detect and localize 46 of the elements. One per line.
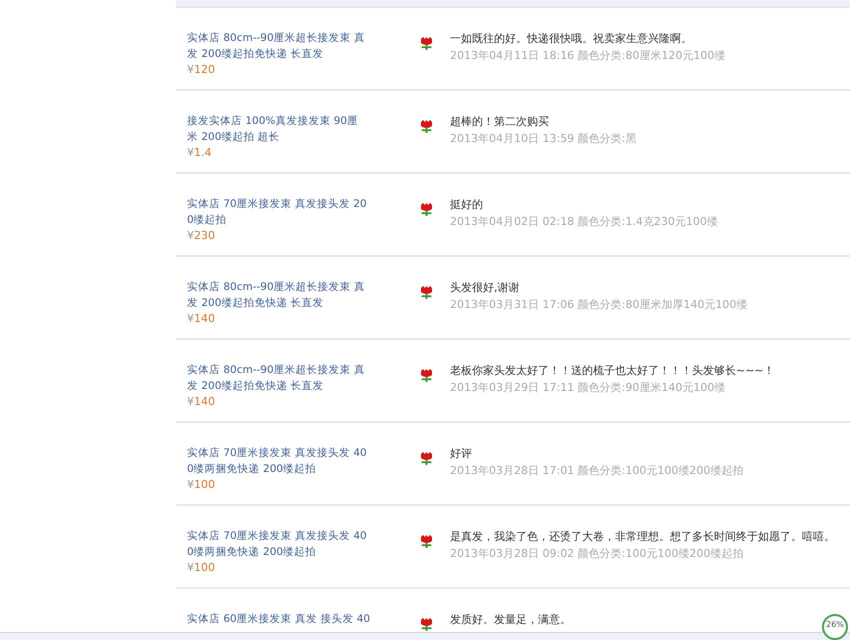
review-comment: 挺好的 <box>450 197 484 213</box>
review-comment: 发质好。发量足，满意。 <box>450 612 571 628</box>
product-link[interactable]: 实体店 70厘米接发束 真发接头发 400缕两捆免快递 200缕起拍 <box>187 445 369 477</box>
review-comment: 头发很好,谢谢 <box>450 280 520 296</box>
review-meta: 2013年03月31日 17:06 颜色分类:80厘米加厚140元100缕 <box>450 297 748 313</box>
product-price: 230 <box>194 229 215 242</box>
progress-badge: 26% <box>822 614 848 640</box>
currency-symbol: ¥ <box>187 63 194 76</box>
product-link[interactable]: 实体店 80cm--90厘米超长接发束 真发 200缕起拍免快递 长直发 <box>187 279 369 311</box>
product-link[interactable]: 实体店 80cm--90厘米超长接发束 真发 200缕起拍免快递 长直发 <box>187 30 369 62</box>
flower-icon <box>419 285 434 300</box>
product-price: 1.4 <box>194 146 212 159</box>
product-link[interactable]: 实体店 70厘米接发束 真发接头发 200缕起拍 <box>187 196 369 228</box>
review-meta: 2013年04月11日 18:16 颜色分类:80厘米120元100缕 <box>450 48 726 64</box>
product-price: 140 <box>194 395 215 408</box>
flower-icon <box>419 451 434 466</box>
flower-icon <box>419 368 434 383</box>
product-price: 120 <box>194 63 215 76</box>
review-comment: 好评 <box>450 446 473 462</box>
product-link[interactable]: 实体店 80cm--90厘米超长接发束 真发 200缕起拍免快递 长直发 <box>187 362 369 394</box>
review-comment: 一如既往的好。快递很快哦。祝卖家生意兴隆啊。 <box>450 31 693 47</box>
flower-icon <box>419 119 434 134</box>
currency-symbol: ¥ <box>187 395 194 408</box>
product-price: 100 <box>194 561 215 574</box>
flower-icon <box>419 617 434 632</box>
currency-symbol: ¥ <box>187 146 194 159</box>
product-price: 140 <box>194 312 215 325</box>
flower-icon <box>419 36 434 51</box>
product-link[interactable]: 接发实体店 100%真发接发束 90厘米 200缕起拍 超长 <box>187 113 369 145</box>
review-comment: 超棒的！第二次购买 <box>450 114 550 130</box>
review-meta: 2013年04月10日 13:59 颜色分类:黑 <box>450 131 636 147</box>
product-link[interactable]: 实体店 70厘米接发束 真发接头发 400缕两捆免快递 200缕起拍 <box>187 528 369 560</box>
review-meta: 2013年03月28日 17:01 颜色分类:100元100缕200缕起拍 <box>450 463 744 479</box>
review-meta: 2013年04月02日 02:18 颜色分类:1.4克230元100缕 <box>450 214 718 230</box>
currency-symbol: ¥ <box>187 561 194 574</box>
currency-symbol: ¥ <box>187 478 194 491</box>
product-price: 100 <box>194 478 215 491</box>
currency-symbol: ¥ <box>187 312 194 325</box>
review-meta: 2013年03月29日 17:11 颜色分类:90厘米140元100缕 <box>450 380 726 396</box>
flower-icon <box>419 202 434 217</box>
currency-symbol: ¥ <box>187 229 194 242</box>
review-comment: 是真发，我染了色，还烫了大卷，非常理想。想了多长时间终于如愿了。嘻嘻。 <box>450 529 835 545</box>
review-comment: 老板你家头发太好了！！送的梳子也太好了！！！头发够长~~~！ <box>450 363 775 379</box>
product-link[interactable]: 实体店 60厘米接发束 真发 接头发 40 <box>187 611 369 627</box>
flower-icon <box>419 534 434 549</box>
review-meta: 2013年03月28日 09:02 颜色分类:100元100缕200缕起拍 <box>450 546 744 562</box>
